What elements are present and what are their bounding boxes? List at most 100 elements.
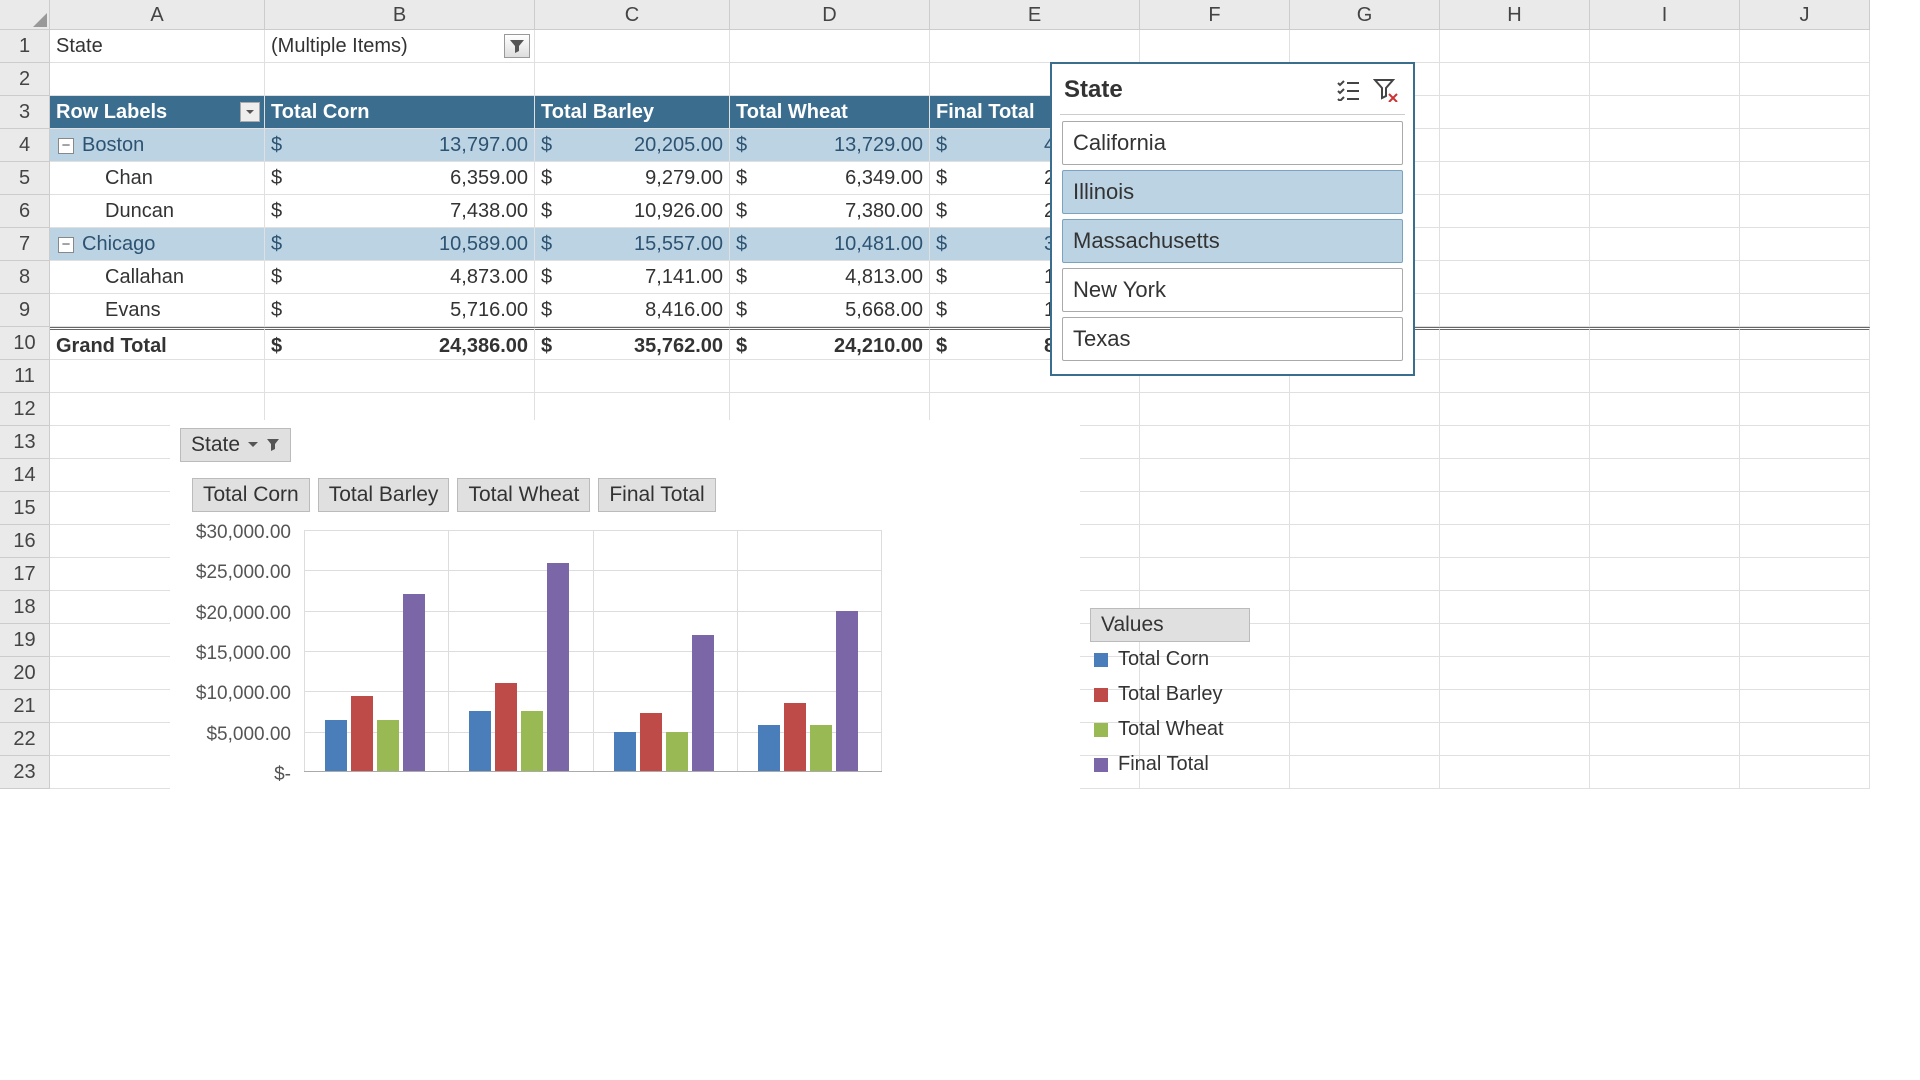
row-header-17[interactable]: 17	[0, 558, 50, 591]
bar[interactable]	[521, 711, 543, 771]
bar[interactable]	[692, 635, 714, 771]
bar[interactable]	[666, 732, 688, 771]
row-labels-header[interactable]: Row Labels	[50, 96, 265, 129]
slicer-item-illinois[interactable]: Illinois	[1062, 170, 1403, 214]
pivot-cell[interactable]: $15,557.00	[535, 228, 730, 261]
collapse-icon[interactable]: −	[58, 237, 74, 253]
col-header-C[interactable]: C	[535, 0, 730, 30]
pivot-cell[interactable]: $7,438.00	[265, 195, 535, 228]
row-header-18[interactable]: 18	[0, 591, 50, 624]
bar[interactable]	[495, 683, 517, 771]
chart-series-button[interactable]: Final Total	[598, 478, 715, 512]
pivot-cell[interactable]: $7,380.00	[730, 195, 930, 228]
pivot-cell[interactable]: $4,813.00	[730, 261, 930, 294]
row-header-1[interactable]: 1	[0, 30, 50, 63]
bar[interactable]	[403, 594, 425, 771]
row-header-21[interactable]: 21	[0, 690, 50, 723]
header-total-barley[interactable]: Total Barley	[535, 96, 730, 129]
bar[interactable]	[614, 732, 636, 771]
col-header-B[interactable]: B	[265, 0, 535, 30]
chart-series-button[interactable]: Total Corn	[192, 478, 310, 512]
chart-series-button[interactable]: Total Wheat	[457, 478, 590, 512]
pivot-cell[interactable]: $7,141.00	[535, 261, 730, 294]
worksheet[interactable]: A B C D E F G H I J 12345678910111213141…	[0, 0, 1920, 1080]
header-total-corn[interactable]: Total Corn	[265, 96, 535, 129]
pivot-row-label[interactable]: −Boston	[50, 129, 265, 162]
pivot-cell[interactable]: $13,729.00	[730, 129, 930, 162]
pivot-cell[interactable]: $13,797.00	[265, 129, 535, 162]
row-labels-dropdown-icon[interactable]	[240, 102, 260, 122]
pivot-cell[interactable]: $5,716.00	[265, 294, 535, 327]
slicer-item-massachusetts[interactable]: Massachusetts	[1062, 219, 1403, 263]
bar[interactable]	[836, 611, 858, 771]
bar[interactable]	[547, 563, 569, 771]
bar[interactable]	[351, 696, 373, 771]
row-header-13[interactable]: 13	[0, 426, 50, 459]
slicer-item-texas[interactable]: Texas	[1062, 317, 1403, 361]
row-header-8[interactable]: 8	[0, 261, 50, 294]
clear-filter-icon[interactable]	[1371, 76, 1401, 104]
col-header-I[interactable]: I	[1590, 0, 1740, 30]
collapse-icon[interactable]: −	[58, 138, 74, 154]
pivot-cell[interactable]: $9,279.00	[535, 162, 730, 195]
grand-wheat[interactable]: $24,210.00	[730, 327, 930, 360]
pivot-filter-value[interactable]: (Multiple Items)	[265, 30, 535, 63]
pivot-row-label[interactable]: Duncan	[50, 195, 265, 228]
slicer-item-new-york[interactable]: New York	[1062, 268, 1403, 312]
row-header-9[interactable]: 9	[0, 294, 50, 327]
col-header-E[interactable]: E	[930, 0, 1140, 30]
select-all-corner[interactable]	[0, 0, 50, 30]
row-header-15[interactable]: 15	[0, 492, 50, 525]
col-header-F[interactable]: F	[1140, 0, 1290, 30]
pivot-cell[interactable]: $10,926.00	[535, 195, 730, 228]
col-header-J[interactable]: J	[1740, 0, 1870, 30]
row-header-10[interactable]: 10	[0, 327, 50, 360]
bar[interactable]	[758, 725, 780, 771]
row-header-6[interactable]: 6	[0, 195, 50, 228]
row-header-14[interactable]: 14	[0, 459, 50, 492]
pivot-cell[interactable]: $8,416.00	[535, 294, 730, 327]
pivot-cell[interactable]: $5,668.00	[730, 294, 930, 327]
pivot-row-label[interactable]: Evans	[50, 294, 265, 327]
grand-total-label[interactable]: Grand Total	[50, 327, 265, 360]
col-header-D[interactable]: D	[730, 0, 930, 30]
row-header-2[interactable]: 2	[0, 63, 50, 96]
multi-select-icon[interactable]	[1333, 76, 1363, 104]
pivot-row-label[interactable]: −Chicago	[50, 228, 265, 261]
pivot-row-label[interactable]: Callahan	[50, 261, 265, 294]
bar[interactable]	[810, 725, 832, 771]
pivot-chart[interactable]: State Total CornTotal BarleyTotal WheatF…	[170, 420, 1080, 815]
pivot-cell[interactable]: $6,349.00	[730, 162, 930, 195]
grand-corn[interactable]: $24,386.00	[265, 327, 535, 360]
chart-filter-state[interactable]: State	[180, 428, 291, 462]
pivot-cell[interactable]: $10,589.00	[265, 228, 535, 261]
row-header-12[interactable]: 12	[0, 393, 50, 426]
row-header-23[interactable]: 23	[0, 756, 50, 789]
pivot-cell[interactable]: $10,481.00	[730, 228, 930, 261]
header-total-wheat[interactable]: Total Wheat	[730, 96, 930, 129]
row-header-19[interactable]: 19	[0, 624, 50, 657]
row-header-5[interactable]: 5	[0, 162, 50, 195]
bar[interactable]	[469, 711, 491, 771]
row-header-4[interactable]: 4	[0, 129, 50, 162]
bar[interactable]	[640, 713, 662, 771]
grand-barley[interactable]: $35,762.00	[535, 327, 730, 360]
slicer-item-california[interactable]: California	[1062, 121, 1403, 165]
col-header-H[interactable]: H	[1440, 0, 1590, 30]
pivot-filter-field[interactable]: State	[50, 30, 265, 63]
chart-plot-area[interactable]: $30,000.00$25,000.00$20,000.00$15,000.00…	[192, 522, 882, 792]
bar[interactable]	[377, 720, 399, 771]
row-header-20[interactable]: 20	[0, 657, 50, 690]
row-header-3[interactable]: 3	[0, 96, 50, 129]
col-header-G[interactable]: G	[1290, 0, 1440, 30]
pivot-cell[interactable]: $20,205.00	[535, 129, 730, 162]
filter-dropdown-icon[interactable]	[504, 34, 530, 58]
pivot-row-label[interactable]: Chan	[50, 162, 265, 195]
row-header-11[interactable]: 11	[0, 360, 50, 393]
state-slicer[interactable]: State CaliforniaIllinoisMassachusettsNew…	[1050, 62, 1415, 376]
col-header-A[interactable]: A	[50, 0, 265, 30]
row-header-7[interactable]: 7	[0, 228, 50, 261]
pivot-cell[interactable]: $4,873.00	[265, 261, 535, 294]
pivot-cell[interactable]: $6,359.00	[265, 162, 535, 195]
row-header-16[interactable]: 16	[0, 525, 50, 558]
